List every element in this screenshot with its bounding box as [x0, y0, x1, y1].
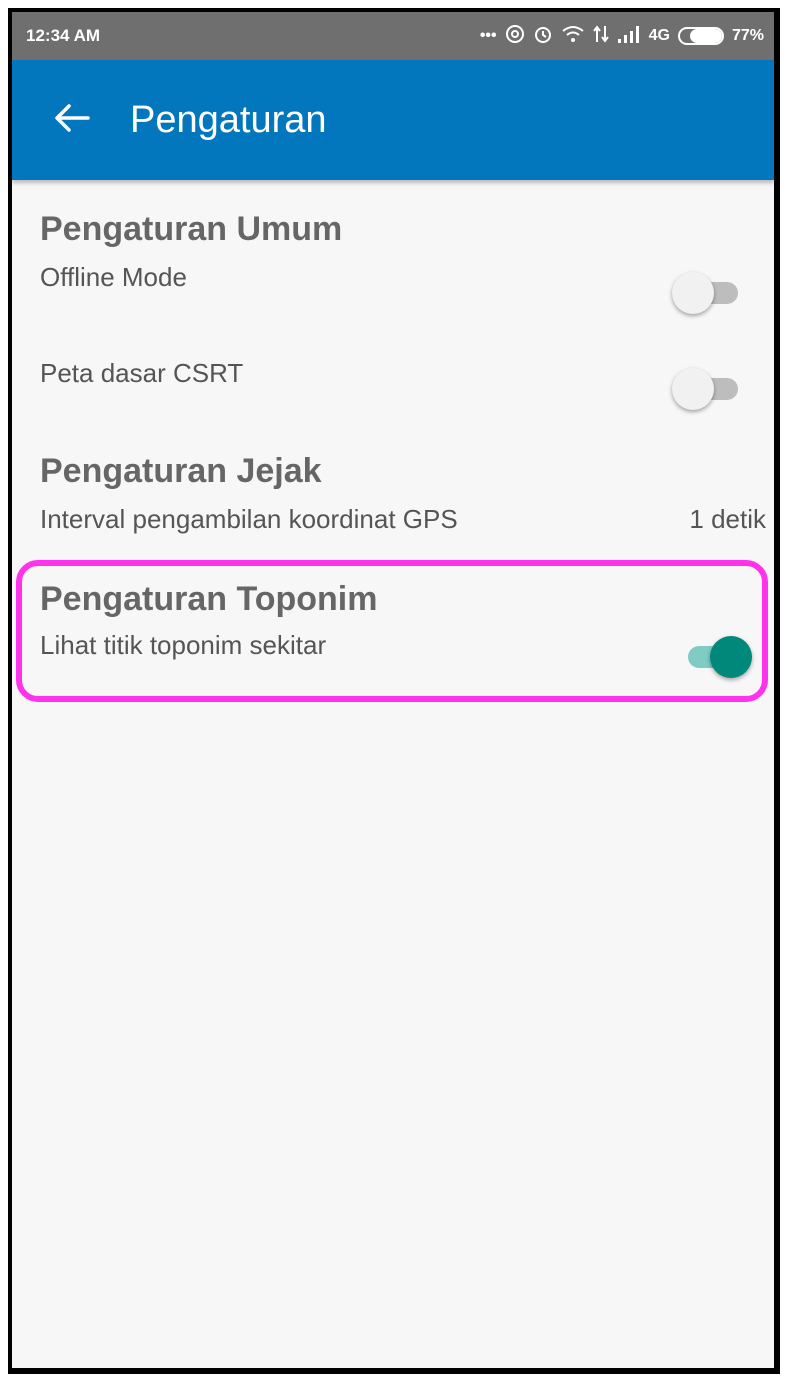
more-dots-icon: •••	[479, 27, 497, 44]
status-time: 12:34 AM	[26, 26, 101, 45]
section-title-toponim: Pengaturan Toponim	[40, 580, 378, 618]
switch-thumb	[710, 636, 752, 678]
section-title-umum: Pengaturan Umum	[40, 210, 343, 248]
page-title: Pengaturan	[130, 98, 327, 141]
battery-percent: 77%	[731, 27, 764, 44]
switch-thumb	[672, 272, 714, 314]
peta-dasar-switch[interactable]	[672, 366, 742, 410]
screen: 12:34 AM ••• 4G 77% Pengaturan Pengatura…	[12, 12, 774, 1368]
offline-mode-label: Offline Mode	[40, 262, 187, 292]
peta-dasar-label: Peta dasar CSRT	[40, 358, 244, 388]
offline-mode-switch[interactable]	[672, 270, 742, 314]
interval-label: Interval pengambilan koordinat GPS	[40, 504, 458, 534]
arrow-left-icon	[54, 103, 90, 138]
data-arrows-icon	[592, 24, 609, 48]
lihat-toponim-switch[interactable]	[680, 634, 752, 678]
battery-icon	[677, 27, 724, 45]
switch-thumb	[672, 368, 714, 410]
back-button[interactable]	[42, 90, 102, 150]
status-icons: ••• 4G 77%	[480, 24, 764, 48]
lihat-toponim-label: Lihat titik toponim sekitar	[40, 630, 327, 660]
status-bar: 12:34 AM ••• 4G 77%	[12, 12, 774, 60]
wifi-icon	[561, 24, 585, 48]
interval-value: 1 detik	[689, 504, 766, 534]
network-type: 4G	[648, 27, 670, 44]
hotspot-icon	[505, 24, 525, 48]
section-title-jejak: Pengaturan Jejak	[40, 452, 322, 490]
signal-icon	[617, 24, 641, 48]
alarm-icon	[533, 24, 553, 48]
battery-fill	[689, 29, 722, 43]
app-bar: Pengaturan	[12, 60, 774, 180]
